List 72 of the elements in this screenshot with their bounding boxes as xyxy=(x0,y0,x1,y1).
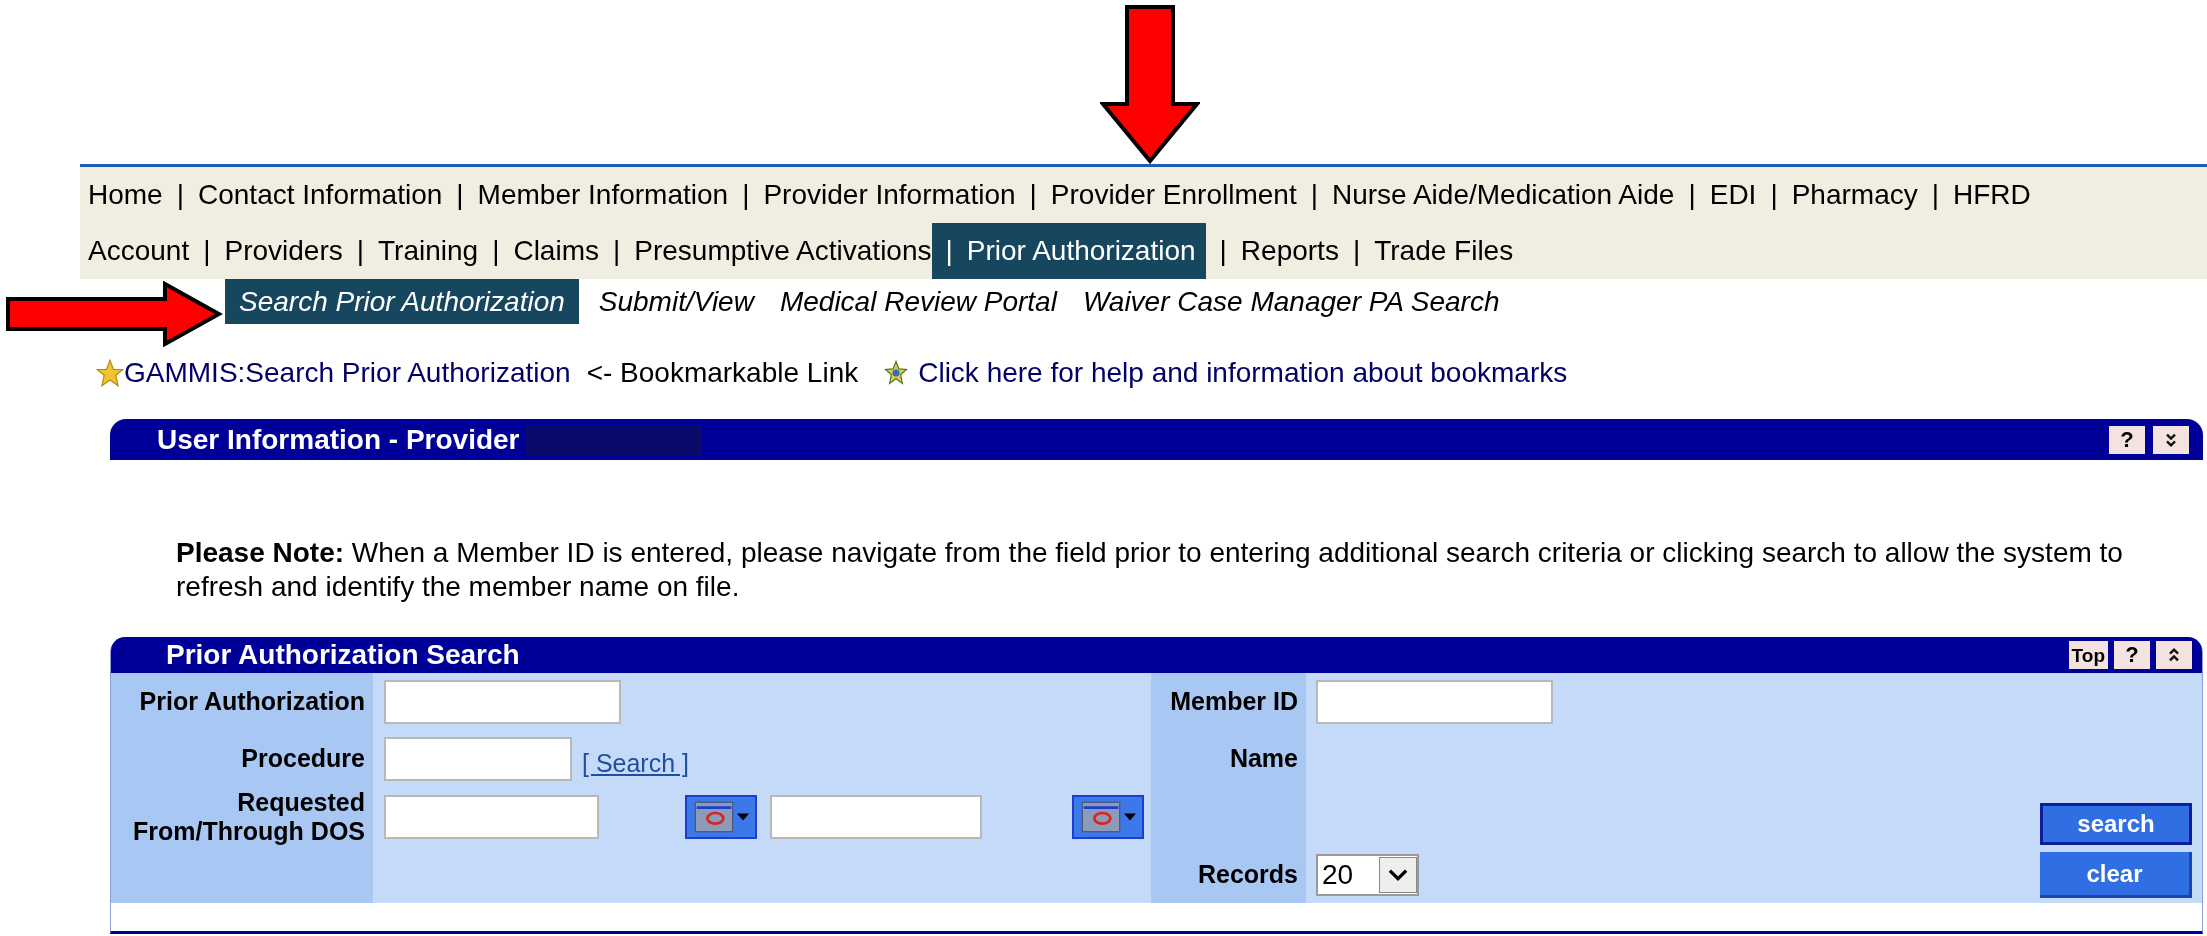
panel-title: User Information - Provider xyxy=(157,422,520,457)
star-icon xyxy=(96,359,124,387)
field-label: Procedure xyxy=(241,743,365,775)
nav-link[interactable]: Reports xyxy=(1240,230,1339,272)
bookmark-note: <- Bookmarkable Link xyxy=(586,356,859,390)
calendar-icon xyxy=(693,801,734,833)
nav-separator: | xyxy=(1930,178,1940,212)
nav-separator: | xyxy=(1687,178,1697,212)
nav-link[interactable]: Provider Information xyxy=(763,174,1016,216)
submenu-tab[interactable]: Submit/View xyxy=(592,279,760,324)
nav-separator: | xyxy=(491,234,501,268)
field-label: Records xyxy=(1197,859,1298,891)
from-date-field[interactable] xyxy=(384,795,599,839)
top-button[interactable]: Top xyxy=(2068,641,2108,669)
caret-icon xyxy=(736,813,749,821)
chevron-down-icon xyxy=(1388,868,1408,882)
caret-icon xyxy=(1123,813,1136,821)
search-button[interactable]: search xyxy=(2040,803,2192,845)
clear-button[interactable]: clear xyxy=(2040,852,2192,898)
records-select[interactable]: 20 xyxy=(1316,854,1419,896)
search-link[interactable]: [ Search ] xyxy=(582,745,689,783)
calendar-button[interactable] xyxy=(685,795,757,839)
prior-authorization-field[interactable] xyxy=(384,680,621,724)
nav-link[interactable]: Contact Information xyxy=(198,174,443,216)
nav-separator: | xyxy=(455,178,465,212)
nav-link[interactable]: Provider Enrollment xyxy=(1050,174,1297,216)
nav-link[interactable]: Claims xyxy=(513,230,599,272)
nav-link[interactable]: Trade Files xyxy=(1374,230,1514,272)
nav-separator: | xyxy=(1309,178,1319,212)
bookmark-help-link[interactable]: Click here for help and information about bookmarks xyxy=(918,352,1568,394)
help-button[interactable]: ? xyxy=(2109,425,2145,454)
double-chevron-up-icon xyxy=(2166,647,2182,663)
bookmark-link[interactable]: GAMMIS:Search Prior Authorization xyxy=(124,352,571,394)
nav-link[interactable]: Prior Authorization xyxy=(966,230,1196,272)
nav-link[interactable]: Nurse Aide/Medication Aide xyxy=(1332,174,1675,216)
nav-link[interactable]: Account xyxy=(88,230,190,272)
nav-separator: | xyxy=(175,178,185,212)
calendar-button[interactable] xyxy=(1072,795,1144,839)
field-label: Member ID xyxy=(1170,686,1298,718)
procedure-field[interactable] xyxy=(384,737,572,781)
expand-button[interactable] xyxy=(2153,425,2189,454)
calendar-icon xyxy=(1080,801,1121,833)
nav-separator: | xyxy=(1351,234,1362,268)
field-label: Prior Authorization xyxy=(139,686,365,718)
member-id-field[interactable] xyxy=(1316,680,1553,724)
submenu-tab[interactable]: Search Prior Authorization xyxy=(225,279,579,324)
nav-separator: | xyxy=(1218,234,1228,268)
nav-link[interactable]: Presumptive Activations xyxy=(634,230,932,272)
nav-separator: | xyxy=(1769,178,1779,212)
double-chevron-down-icon xyxy=(2163,431,2179,448)
collapse-button[interactable] xyxy=(2156,641,2192,669)
nav-separator: | xyxy=(741,178,751,212)
field-label: Name xyxy=(1229,743,1298,775)
nav-separator: | xyxy=(202,234,212,268)
nav-link[interactable]: Member Information xyxy=(477,174,729,216)
nav-link[interactable]: Home xyxy=(88,174,163,216)
nav-link[interactable]: EDI xyxy=(1709,174,1757,216)
submenu-tab[interactable]: Medical Review Portal xyxy=(773,279,1063,324)
nav-link[interactable]: Pharmacy xyxy=(1791,174,1918,216)
nav-separator: | xyxy=(1028,178,1038,212)
notice-text: Please Note: When a Member ID is entered, please navigate from the field prior to entering additional search criteria or clicking search to allow the system to refresh and identify the member name on file. xyxy=(176,536,2124,604)
nav-separator: | xyxy=(944,234,954,268)
panel-title: Prior Authorization Search xyxy=(166,638,520,672)
nav-separator: | xyxy=(611,234,622,268)
submenu-tab[interactable]: Waiver Case Manager PA Search xyxy=(1076,279,1506,324)
nav-link[interactable]: Training xyxy=(378,230,479,272)
field-label: Requested From/Through DOS xyxy=(133,788,365,846)
through-date-field[interactable] xyxy=(770,795,982,839)
nav-separator: | xyxy=(355,234,365,268)
help-button[interactable]: ? xyxy=(2114,641,2150,669)
nav-link[interactable]: HFRD xyxy=(1953,174,2031,216)
nav-link[interactable]: Providers xyxy=(224,230,343,272)
